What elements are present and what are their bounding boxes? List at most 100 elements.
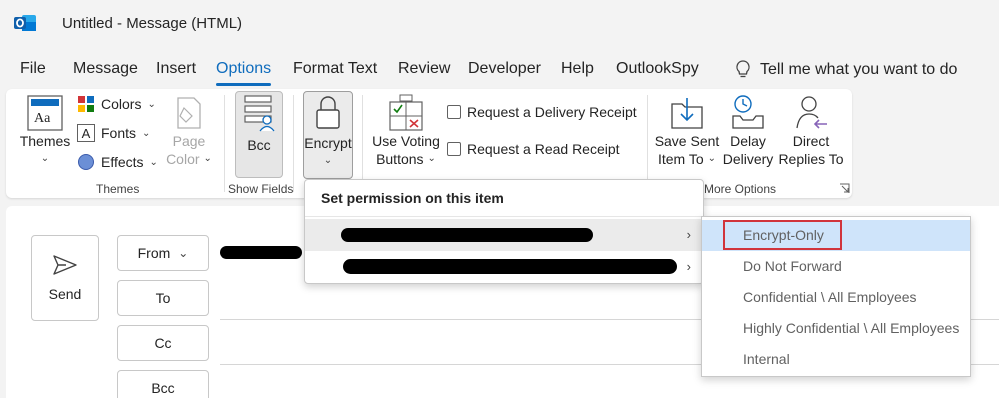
- bcc-field-label: Bcc: [151, 380, 175, 396]
- bcc-label: Bcc: [247, 137, 271, 153]
- bcc-field-button[interactable]: Bcc: [117, 370, 209, 398]
- delivery-receipt-checkbox[interactable]: Request a Delivery Receipt: [447, 104, 637, 120]
- chevron-down-icon: ⌄: [142, 127, 151, 139]
- tell-me-search[interactable]: Tell me what you want to do: [736, 57, 957, 83]
- tab-developer[interactable]: Developer: [468, 57, 541, 83]
- clock-tray-icon: [732, 95, 764, 129]
- group-label-show-fields: Show Fields: [228, 182, 294, 196]
- tab-options[interactable]: Options: [216, 57, 272, 86]
- chevron-down-icon: ⌄: [707, 153, 717, 164]
- from-button[interactable]: From ⌄: [117, 235, 209, 271]
- page-color-button[interactable]: Page Color ⌄: [164, 94, 214, 168]
- save-sent-label-row: Item To ⌄: [658, 150, 716, 168]
- folder-arrow-icon: [671, 98, 703, 129]
- save-sent-label-2: Item To: [657, 151, 704, 167]
- submenu-item-do-not-forward[interactable]: Do Not Forward: [702, 251, 970, 282]
- direct-label-2: Replies To: [778, 151, 844, 167]
- voting-icon: [389, 94, 423, 131]
- menu-header: Set permission on this item: [321, 190, 504, 206]
- tab-insert[interactable]: Insert: [156, 57, 196, 83]
- group-label-more-options: More Options: [704, 182, 777, 196]
- encrypt-label: Encrypt: [304, 135, 352, 151]
- save-sent-label-1: Save Sent: [654, 133, 720, 149]
- chevron-down-icon: ⌄: [427, 153, 436, 164]
- to-button[interactable]: To: [117, 280, 209, 316]
- read-receipt-label: Request a Read Receipt: [467, 141, 620, 157]
- page-color-label-2: Color: [166, 151, 200, 167]
- cc-button[interactable]: Cc: [117, 325, 209, 361]
- chevron-down-icon: ⌄: [178, 246, 189, 260]
- colors-button[interactable]: Colors ⌄: [77, 95, 156, 113]
- tab-outlookspy[interactable]: OutlookSpy: [616, 57, 699, 83]
- encrypt-menu: Set permission on this item › ›: [304, 179, 704, 284]
- delay-label-1: Delay: [730, 133, 766, 149]
- from-label: From: [137, 245, 171, 261]
- menu-item-permission-template-2[interactable]: ›: [305, 251, 703, 283]
- themes-label: Themes: [19, 133, 71, 149]
- voting-label-row: Buttons ⌄: [376, 150, 436, 168]
- window-title: Untitled - Message (HTML): [62, 15, 243, 32]
- redacted-from-address: [220, 246, 302, 259]
- tab-format-text[interactable]: Format Text: [293, 57, 377, 83]
- voting-buttons-button[interactable]: Use Voting Buttons ⌄: [369, 94, 443, 168]
- redacted-menu-text: [343, 259, 677, 274]
- submenu-item-highly-confidential[interactable]: Highly Confidential \ All Employees: [702, 313, 970, 344]
- to-label: To: [155, 290, 171, 306]
- lock-icon: [316, 96, 340, 129]
- chevron-down-icon: ⌄: [323, 155, 333, 166]
- svg-text:Aa: Aa: [34, 111, 51, 126]
- themes-button[interactable]: Aa Themes ⌄: [20, 94, 70, 168]
- chevron-right-icon: ›: [686, 259, 691, 274]
- group-divider: [362, 95, 363, 192]
- send-button[interactable]: Send: [31, 235, 99, 321]
- tab-help[interactable]: Help: [561, 57, 594, 83]
- send-icon: [53, 255, 77, 275]
- chevron-down-icon: ⌄: [149, 156, 158, 168]
- chevron-down-icon: ⌄: [203, 153, 212, 164]
- outlook-logo-icon: [14, 15, 36, 31]
- colors-icon: [78, 96, 94, 112]
- direct-label-1: Direct: [792, 133, 830, 149]
- read-receipt-checkbox[interactable]: Request a Read Receipt: [447, 141, 620, 157]
- annotation-highlight-box: [723, 220, 842, 250]
- fonts-label: Fonts: [101, 125, 137, 141]
- save-sent-item-button[interactable]: Save Sent Item To ⌄: [654, 94, 720, 168]
- bcc-button[interactable]: Bcc: [236, 94, 282, 154]
- menu-divider: [305, 216, 703, 217]
- effects-label: Effects: [101, 154, 144, 170]
- direct-replies-button[interactable]: Direct Replies To: [776, 94, 846, 168]
- voting-label-2: Buttons: [376, 151, 424, 167]
- effects-button[interactable]: Effects ⌄: [77, 153, 158, 171]
- voting-label-1: Use Voting: [372, 133, 440, 149]
- fonts-icon: A: [77, 124, 95, 142]
- delay-label-2: Delivery: [722, 151, 774, 167]
- send-label: Send: [48, 286, 82, 302]
- submenu-item-internal[interactable]: Internal: [702, 344, 970, 375]
- page-color-label-row: Color ⌄: [166, 150, 212, 168]
- person-reply-icon: [796, 96, 827, 129]
- page-color-label-1: Page: [172, 133, 206, 149]
- group-divider: [224, 95, 225, 192]
- chevron-down-icon: ⌄: [147, 98, 156, 110]
- group-label-themes: Themes: [96, 182, 140, 196]
- checkbox-icon: [447, 105, 461, 119]
- effects-icon: [78, 154, 94, 170]
- tab-file[interactable]: File: [20, 57, 46, 83]
- title-bar: Untitled - Message (HTML): [0, 0, 999, 48]
- delay-delivery-button[interactable]: Delay Delivery: [720, 94, 776, 168]
- submenu-item-confidential[interactable]: Confidential \ All Employees: [702, 282, 970, 313]
- group-divider: [647, 95, 648, 192]
- tab-message[interactable]: Message: [73, 57, 138, 83]
- fonts-button[interactable]: A Fonts ⌄: [77, 124, 150, 142]
- colors-label: Colors: [101, 96, 142, 112]
- chevron-down-icon: ⌄: [40, 153, 50, 164]
- tab-review[interactable]: Review: [398, 57, 450, 83]
- delivery-receipt-label: Request a Delivery Receipt: [467, 104, 637, 120]
- checkbox-icon: [447, 142, 461, 156]
- page-color-icon: [177, 97, 201, 129]
- menu-item-permission-template-1[interactable]: ›: [305, 219, 703, 251]
- redacted-menu-text: [341, 228, 593, 242]
- chevron-right-icon: ›: [686, 227, 691, 242]
- dialog-launcher-icon[interactable]: [839, 183, 850, 194]
- encrypt-button[interactable]: Encrypt ⌄: [304, 94, 352, 170]
